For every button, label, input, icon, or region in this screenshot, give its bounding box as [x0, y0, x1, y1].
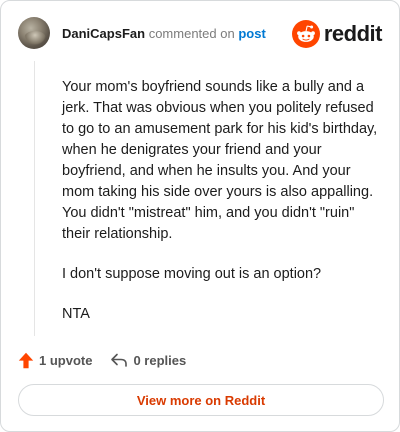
avatar[interactable] [18, 17, 50, 49]
comment-paragraph: Your mom's boyfriend sounds like a bully… [62, 79, 378, 242]
reply-count: 0 replies [133, 352, 187, 368]
upvote-button[interactable]: 1 upvote [18, 352, 92, 369]
author-name[interactable]: DaniCapsFan [62, 26, 145, 41]
reddit-brand-logo[interactable]: reddit [291, 20, 383, 48]
upvote-arrow-icon [18, 352, 34, 368]
reply-button[interactable]: 0 replies [110, 352, 186, 368]
comment-paragraph: I don't suppose moving out is an option? [62, 266, 322, 282]
thread-line [34, 61, 35, 336]
byline: DaniCapsFan commented on post [62, 26, 266, 42]
byline-action-text: commented on [148, 26, 235, 41]
post-link[interactable]: post [238, 26, 265, 41]
reddit-alien-logo-icon [291, 20, 320, 48]
reply-arrow-icon [111, 353, 128, 367]
comment-header: DaniCapsFan commented on post reddit [18, 16, 383, 52]
comment-body: Your mom's boyfriend sounds like a bully… [62, 77, 382, 344]
upvote-count: 1 upvote [39, 352, 93, 368]
comment-paragraph: NTA [62, 306, 90, 322]
reddit-wordmark: reddit [323, 21, 383, 46]
view-more-on-reddit-button[interactable]: View more on Reddit [18, 384, 384, 416]
comment-actions: 1 upvote 0 replies [18, 349, 186, 371]
comment-embed-card: DaniCapsFan commented on post reddit You… [0, 0, 400, 432]
